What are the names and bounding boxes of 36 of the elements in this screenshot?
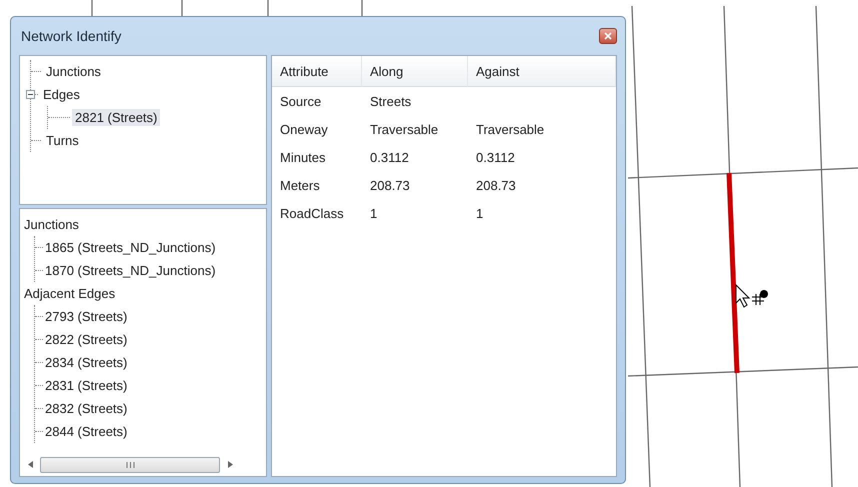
section-label: Adjacent Edges [24, 286, 116, 301]
window-title: Network Identify [20, 28, 122, 44]
table-cell-text: 0.3112 [475, 148, 516, 166]
collapse-icon[interactable] [26, 90, 35, 99]
list-item[interactable]: 2844 (Streets) [45, 424, 128, 439]
list-item[interactable]: 2822 (Streets) [45, 332, 128, 347]
list-item[interactable]: 1870 (Streets_ND_Junctions) [45, 263, 216, 278]
table-cell-text: Traversable [369, 120, 440, 138]
column-header[interactable]: Attribute [272, 56, 362, 87]
tree-item[interactable]: 2821 (Streets) [72, 109, 160, 126]
close-button[interactable] [599, 28, 617, 44]
scrollbar-thumb[interactable] [40, 456, 220, 472]
section-label: Junctions [24, 217, 79, 232]
table-cell-text: Minutes [279, 148, 327, 166]
list-item[interactable]: 2793 (Streets) [45, 309, 128, 324]
table-cell-text: Source [279, 92, 322, 110]
list-item[interactable]: 2832 (Streets) [45, 401, 128, 416]
close-icon [604, 32, 612, 40]
table-cell-text: 208.73 [475, 176, 517, 194]
table-cell-text: Traversable [475, 120, 546, 138]
list-item[interactable]: 2831 (Streets) [45, 378, 128, 393]
table-cell-text: 208.73 [369, 176, 411, 194]
table-cell-text: Streets [369, 92, 412, 110]
tree-item[interactable]: Edges [40, 86, 83, 103]
tree-item[interactable]: Turns [43, 132, 82, 149]
table-cell-text: 0.3112 [369, 148, 410, 166]
column-header[interactable]: Against [468, 56, 616, 87]
table-cell-text: RoadClass [279, 204, 345, 222]
table-cell-text: Oneway [279, 120, 329, 139]
list-item[interactable]: 2834 (Streets) [45, 355, 128, 370]
list-item[interactable]: 1865 (Streets_ND_Junctions) [45, 240, 216, 255]
column-header[interactable]: Along [362, 56, 468, 87]
table-cell-text: 1 [369, 204, 378, 222]
tree-item[interactable]: Junctions [43, 63, 104, 80]
table-cell-text: Meters [279, 176, 321, 194]
table-cell-text: 1 [475, 204, 484, 222]
